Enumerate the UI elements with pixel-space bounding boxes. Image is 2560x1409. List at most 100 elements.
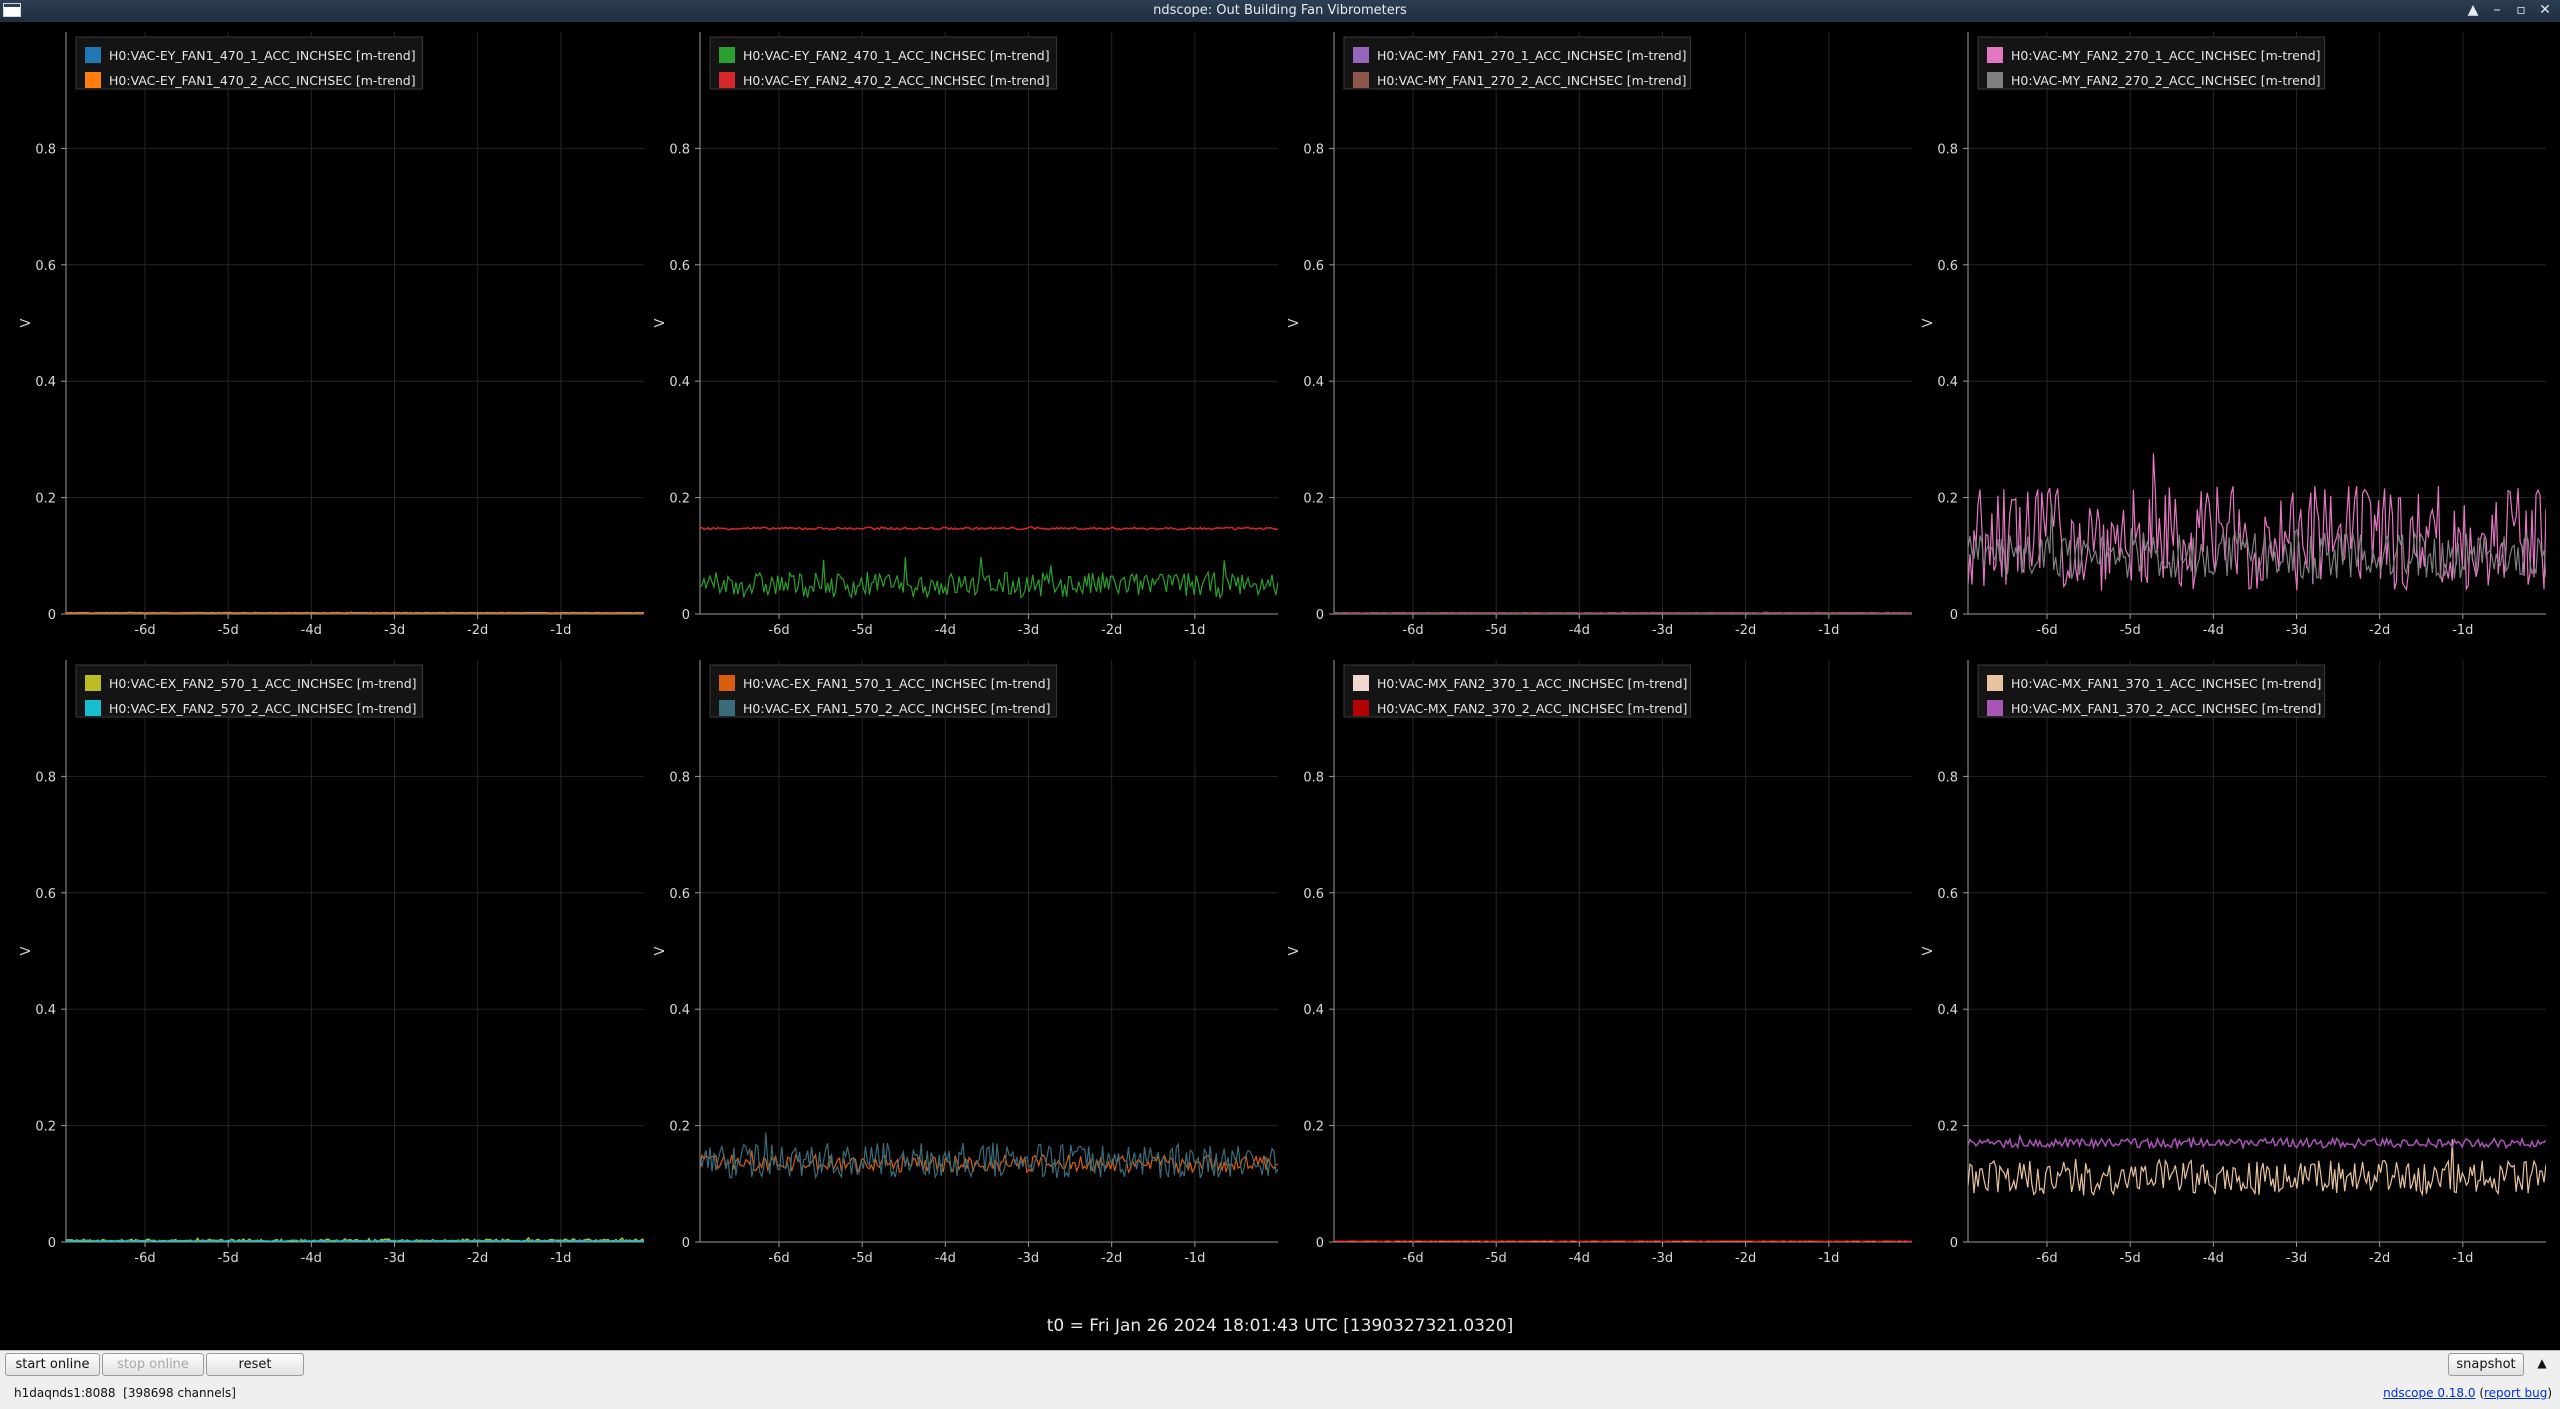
y-axis-label: V	[1287, 946, 1302, 955]
legend-swatch	[85, 700, 101, 716]
status-version: ndscope 0.18.0 (report bug)	[2383, 1386, 2552, 1400]
y-tick-label: 0.4	[1937, 1003, 1958, 1018]
x-tick-label: -5d	[1486, 623, 1507, 638]
reset-button[interactable]: reset	[206, 1353, 304, 1376]
x-tick-label: -5d	[218, 1251, 239, 1266]
legend-swatch	[1353, 700, 1369, 716]
legend-swatch	[1353, 47, 1369, 63]
x-tick-label: -4d	[935, 623, 956, 638]
y-tick-label: 0.4	[1303, 375, 1324, 390]
legend-swatch	[719, 72, 735, 88]
report-bug-link[interactable]: report bug	[2484, 1386, 2547, 1400]
x-tick-label: -3d	[2286, 1251, 2307, 1266]
series-line-1	[700, 556, 1278, 600]
x-tick-label: -2d	[2369, 1251, 2390, 1266]
window-titlebar: ndscope: Out Building Fan Vibrometers ▲ …	[0, 0, 2560, 22]
version-link[interactable]: ndscope 0.18.0	[2383, 1386, 2475, 1400]
expand-panel-button[interactable]: ▲	[2530, 1353, 2554, 1376]
series-line-2	[1334, 611, 1912, 614]
y-tick-label: 0	[48, 1236, 56, 1251]
x-tick-label: -3d	[1652, 623, 1673, 638]
x-tick-label: -1d	[2452, 623, 2473, 638]
plot-panel-1: -6d -5d -4d -3d -2d -1d 0 0.2 0.4 0.6 0.8 V H0:VAC-E…	[19, 32, 644, 638]
legend-entry: H0:VAC-MX_FAN2_370_2_ACC_INCHSEC [m-tren…	[1377, 701, 1687, 716]
x-tick-label: -3d	[1652, 1251, 1673, 1266]
plot-panel-5: -6d -5d -4d -3d -2d -1d 0 0.2 0.4 0.6 0.8 V H0:VAC-E…	[19, 660, 644, 1266]
legend-entry: H0:VAC-MX_FAN1_370_1_ACC_INCHSEC [m-tren…	[2011, 676, 2321, 691]
y-tick-label: 0	[1316, 1236, 1324, 1251]
legend-swatch	[1353, 72, 1369, 88]
x-tick-label: -5d	[852, 623, 873, 638]
y-tick-label: 0.6	[35, 887, 56, 902]
server-address: h1daqnds1:8088	[14, 1386, 116, 1400]
legend-entry: H0:VAC-MY_FAN1_270_2_ACC_INCHSEC [m-tren…	[1377, 73, 1687, 88]
x-tick-label: -6d	[1402, 1251, 1423, 1266]
series-line-2	[700, 1132, 1278, 1180]
x-tick-label: -5d	[852, 1251, 873, 1266]
plot-grid[interactable]: -6d -5d -4d -3d -2d -1d 0 0.2 0.4 0.6 0.8 V H0:VAC-E…	[0, 22, 2560, 1312]
legend-entry: H0:VAC-EX_FAN1_570_2_ACC_INCHSEC [m-tren…	[743, 701, 1051, 716]
y-axis-label: V	[1921, 946, 1936, 955]
x-tick-label: -6d	[1402, 623, 1423, 638]
series-line-2	[1334, 1239, 1912, 1242]
legend-swatch	[85, 675, 101, 691]
plot-panel-6: -6d -5d -4d -3d -2d -1d 0 0.2 0.4 0.6 0.8 V H0:VAC-E…	[653, 660, 1278, 1266]
x-tick-label: -5d	[2120, 1251, 2141, 1266]
maximize-icon[interactable]: ▫	[2514, 1, 2528, 19]
legend-swatch	[1987, 47, 2003, 63]
x-tick-label: -6d	[134, 1251, 155, 1266]
x-tick-label: -4d	[301, 623, 322, 638]
y-tick-label: 0.8	[669, 770, 690, 785]
y-tick-label: 0.6	[669, 259, 690, 274]
status-server: h1daqnds1:8088 [398698 channels]	[14, 1386, 236, 1400]
y-tick-label: 0.4	[35, 1003, 56, 1018]
x-tick-label: -4d	[1569, 1251, 1590, 1266]
series-line-2	[66, 611, 644, 614]
x-tick-label: -6d	[134, 623, 155, 638]
close-icon[interactable]: ✕	[2538, 1, 2552, 19]
x-tick-label: -3d	[1018, 623, 1039, 638]
x-tick-label: -5d	[1486, 1251, 1507, 1266]
y-tick-label: 0.2	[1937, 1120, 1958, 1135]
y-tick-label: 0.6	[1303, 887, 1324, 902]
snapshot-button[interactable]: snapshot	[2448, 1353, 2524, 1376]
series-line-1	[1968, 1139, 2546, 1197]
x-tick-label: -4d	[935, 1251, 956, 1266]
x-tick-label: -2d	[467, 623, 488, 638]
plot-panel-3: -6d -5d -4d -3d -2d -1d 0 0.2 0.4 0.6 0.8 V H0:VAC-M…	[1287, 32, 1912, 638]
channel-count: [398698 channels]	[123, 1386, 236, 1400]
series-line-1	[700, 1150, 1278, 1175]
minimize-icon[interactable]: –	[2490, 1, 2504, 19]
y-tick-label: 0.2	[1303, 1120, 1324, 1135]
x-tick-label: -2d	[1735, 623, 1756, 638]
y-tick-label: 0.4	[669, 375, 690, 390]
x-tick-label: -3d	[2286, 623, 2307, 638]
plot-panel-4: -6d -5d -4d -3d -2d -1d 0 0.2 0.4 0.6 0.8 V H0:VAC-M…	[1921, 32, 2546, 638]
y-axis-label: V	[1921, 318, 1936, 327]
y-tick-label: 0.8	[35, 770, 56, 785]
y-tick-label: 0.8	[1937, 142, 1958, 157]
x-tick-label: -3d	[384, 623, 405, 638]
legend-entry: H0:VAC-MY_FAN2_270_1_ACC_INCHSEC [m-tren…	[2011, 48, 2321, 63]
keep-above-icon[interactable]: ▲	[2466, 1, 2480, 19]
legend-swatch	[1987, 700, 2003, 716]
x-tick-label: -1d	[1818, 1251, 1839, 1266]
y-axis-label: V	[19, 946, 34, 955]
x-tick-label: -2d	[2369, 623, 2390, 638]
y-tick-label: 0.4	[1303, 1003, 1324, 1018]
y-axis-label: V	[19, 318, 34, 327]
stop-online-button[interactable]: stop online	[102, 1353, 204, 1376]
start-online-button[interactable]: start online	[5, 1353, 100, 1376]
legend-entry: H0:VAC-EY_FAN2_470_1_ACC_INCHSEC [m-tren…	[743, 48, 1050, 63]
y-tick-label: 0.8	[1937, 770, 1958, 785]
x-tick-label: -2d	[1101, 1251, 1122, 1266]
y-tick-label: 0.6	[1937, 259, 1958, 274]
y-tick-label: 0.4	[669, 1003, 690, 1018]
x-tick-label: -2d	[1101, 623, 1122, 638]
x-tick-label: -6d	[768, 623, 789, 638]
window-controls: ▲ – ▫ ✕	[2466, 1, 2552, 19]
y-tick-label: 0	[1950, 608, 1958, 623]
x-tick-label: -1d	[2452, 1251, 2473, 1266]
y-axis-label: V	[653, 946, 668, 955]
x-tick-label: -4d	[2203, 1251, 2224, 1266]
